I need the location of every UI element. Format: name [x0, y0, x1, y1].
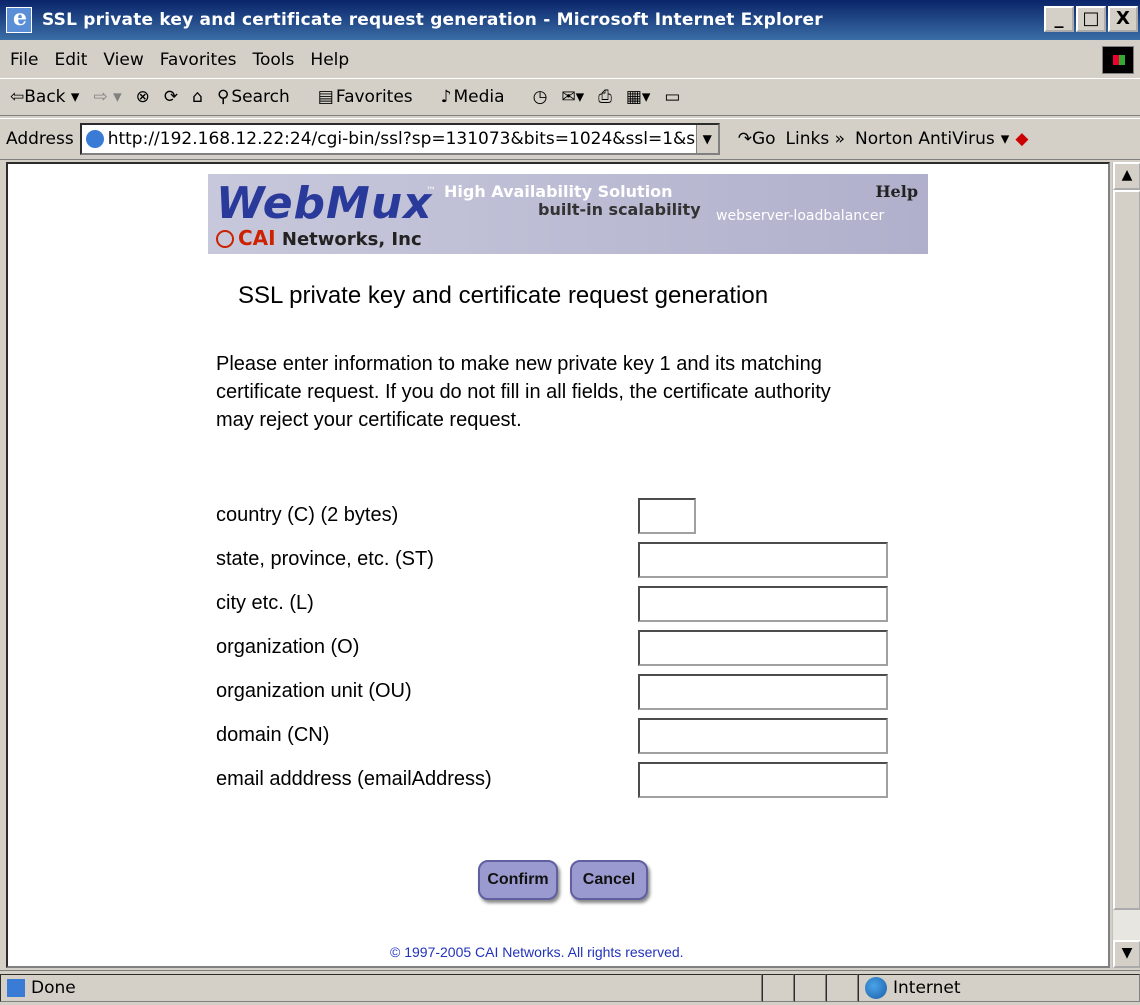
intro-text: Please enter information to make new pri… — [216, 353, 831, 431]
back-button[interactable]: ⇦Back ▾ — [10, 87, 79, 107]
menu-edit[interactable]: Edit — [54, 50, 87, 70]
banner-tagline-1: High Availability Solution — [444, 182, 673, 201]
status-bar: Done Internet — [0, 970, 1140, 1005]
internet-globe-icon — [865, 977, 887, 999]
address-url: http://192.168.12.22:24/cgi-bin/ssl?sp=1… — [107, 129, 706, 149]
city-field[interactable] — [638, 586, 888, 622]
forward-button[interactable]: ⇨ ▾ — [93, 87, 121, 107]
scroll-down-icon[interactable]: ▼ — [1113, 940, 1140, 968]
cai-logo-icon — [216, 230, 234, 248]
copyright-footer: © 1997-2005 CAI Networks. All rights res… — [390, 944, 684, 960]
email-field[interactable] — [638, 762, 888, 798]
domain-label: domain (CN) — [216, 724, 330, 746]
go-label: Go — [751, 129, 776, 149]
window-title: SSL private key and certificate request … — [42, 10, 823, 30]
page-icon — [85, 130, 104, 148]
scroll-up-icon[interactable]: ▲ — [1113, 162, 1140, 190]
go-button[interactable]: ↷Go — [738, 129, 776, 149]
email-label: email adddress (emailAddress) — [216, 768, 492, 790]
done-page-icon — [7, 979, 25, 997]
webmux-banner: WebMux ™ High Availability Solution buil… — [208, 174, 928, 254]
history-icon[interactable]: ◷ — [533, 87, 548, 107]
menu-file[interactable]: File — [10, 50, 38, 70]
organization-unit-label: organization unit (OU) — [216, 680, 412, 702]
refresh-icon[interactable]: ⟳ — [164, 87, 178, 107]
status-cell-empty-3 — [826, 974, 858, 1002]
media-icon: ♪ — [440, 87, 452, 107]
links-button[interactable]: Links » — [786, 129, 845, 149]
norton-antivirus-button[interactable]: Norton AntiVirus — [855, 129, 995, 149]
organization-label: organization (O) — [216, 636, 360, 658]
country-field[interactable] — [638, 498, 696, 534]
title-bar: SSL private key and certificate request … — [0, 0, 1140, 40]
status-text: Done — [31, 978, 76, 998]
state-label: state, province, etc. (ST) — [216, 548, 434, 570]
state-field[interactable] — [638, 542, 888, 578]
close-button[interactable]: X — [1108, 6, 1138, 32]
search-button[interactable]: ⚲ Search — [217, 87, 304, 107]
status-cell-empty-1 — [762, 974, 794, 1002]
mail-icon[interactable]: ✉▾ — [561, 87, 584, 107]
print-icon[interactable]: ⎙ — [598, 87, 612, 107]
trademark: ™ — [426, 186, 436, 197]
discuss-icon[interactable]: ▭ — [664, 87, 680, 107]
zone-text: Internet — [893, 978, 961, 998]
pdf-icon[interactable]: ◆ — [1015, 129, 1028, 149]
stop-icon[interactable]: ⊗ — [136, 87, 150, 107]
zone-cell: Internet — [858, 974, 1140, 1002]
menu-tools[interactable]: Tools — [253, 50, 295, 70]
norton-dropdown-icon[interactable]: ▾ — [1001, 129, 1010, 149]
menu-help[interactable]: Help — [310, 50, 349, 70]
webmux-logo: WebMux — [216, 178, 433, 229]
banner-tagline-3: webserver-loadbalancer — [716, 208, 885, 224]
company-cai: CAI — [238, 226, 276, 250]
company-name: CAI Networks, Inc — [216, 226, 422, 250]
search-icon: ⚲ — [216, 87, 230, 107]
toolbar: ⇦Back ▾ ⇨ ▾ ⊗ ⟳ ⌂ ⚲ Search ▤ Favorites ♪ Me… — [0, 78, 1140, 116]
ie-icon — [6, 5, 32, 33]
banner-tagline-2: built-in scalability — [538, 200, 701, 219]
status-text-cell: Done — [0, 974, 762, 1002]
scroll-thumb[interactable] — [1113, 190, 1140, 910]
search-label: Search — [231, 87, 290, 107]
page-content: WebMux ™ High Availability Solution buil… — [6, 162, 1110, 968]
page-title: SSL private key and certificate request … — [238, 282, 769, 309]
status-cell-empty-2 — [794, 974, 826, 1002]
cancel-button[interactable]: Cancel — [570, 860, 648, 900]
address-dropdown-icon[interactable]: ▼ — [695, 125, 718, 153]
favorites-label: Favorites — [335, 87, 413, 107]
help-link[interactable]: Help — [875, 182, 918, 201]
maximize-button[interactable]: □ — [1076, 6, 1106, 32]
vertical-scrollbar[interactable]: ▲ ▼ — [1112, 162, 1140, 968]
address-input[interactable]: http://192.168.12.22:24/cgi-bin/ssl?sp=1… — [79, 123, 720, 155]
menu-view[interactable]: View — [103, 50, 143, 70]
menu-bar: File Edit View Favorites Tools Help — [0, 44, 1140, 76]
city-label: city etc. (L) — [216, 592, 314, 614]
country-label: country (C) (2 bytes) — [216, 504, 399, 526]
organization-field[interactable] — [638, 630, 888, 666]
confirm-button[interactable]: Confirm — [478, 860, 558, 900]
windows-logo-icon — [1102, 46, 1134, 74]
menu-favorites[interactable]: Favorites — [160, 50, 237, 70]
company-rest: Networks, Inc — [281, 229, 422, 250]
edit-icon[interactable]: ▦▾ — [626, 87, 651, 107]
favorites-button[interactable]: ▤ Favorites — [318, 87, 427, 107]
domain-field[interactable] — [638, 718, 888, 754]
organization-unit-field[interactable] — [638, 674, 888, 710]
media-label: Media — [453, 87, 505, 107]
address-bar: Address http://192.168.12.22:24/cgi-bin/… — [0, 118, 1140, 160]
favorites-icon: ▤ — [317, 87, 334, 107]
minimize-button[interactable]: _ — [1044, 6, 1074, 32]
media-button[interactable]: ♪ Media — [441, 87, 519, 107]
address-label: Address — [6, 129, 74, 149]
home-icon[interactable]: ⌂ — [192, 87, 203, 107]
